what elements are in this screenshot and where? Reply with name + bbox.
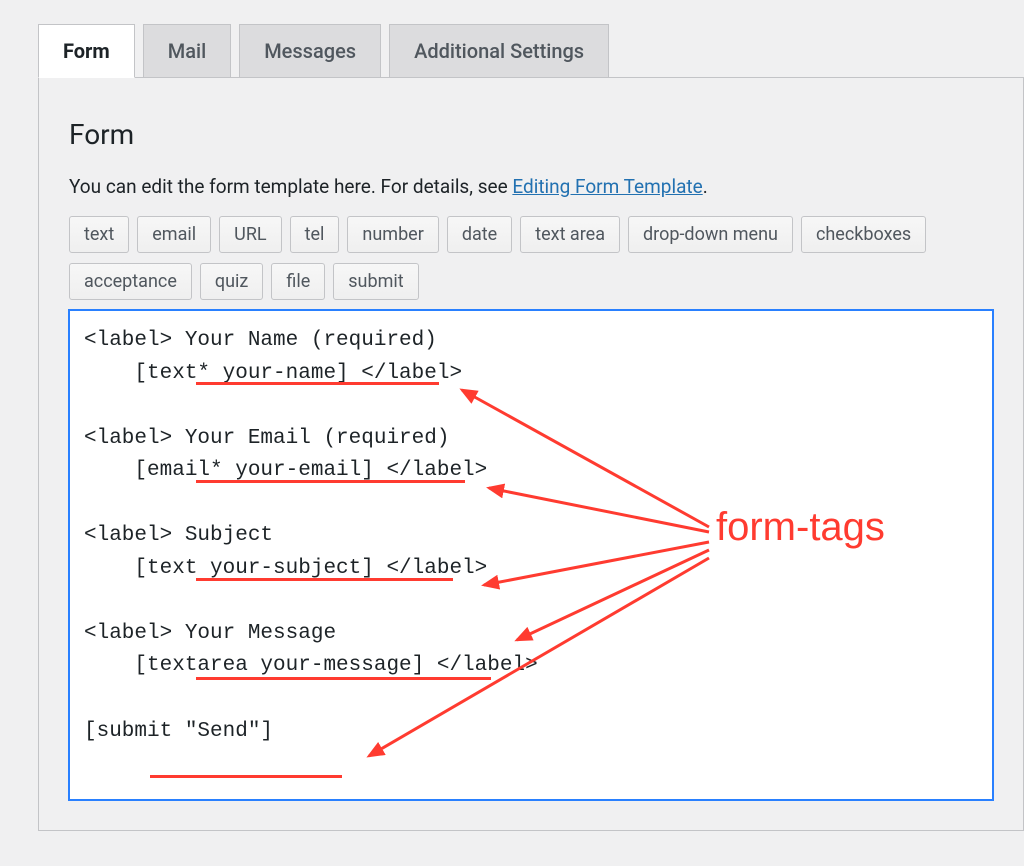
tab-mail[interactable]: Mail (143, 24, 231, 78)
tag-btn-tel[interactable]: tel (290, 216, 340, 253)
panel-description: You can edit the form template here. For… (69, 175, 993, 198)
tag-btn-checkboxes[interactable]: checkboxes (801, 216, 926, 253)
editing-form-template-link[interactable]: Editing Form Template (512, 175, 702, 198)
form-template-editor[interactable]: <label> Your Name (required) [text* your… (69, 310, 993, 800)
tag-btn-quiz[interactable]: quiz (200, 263, 263, 300)
panel-desc-text: You can edit the form template here. For… (69, 175, 512, 198)
form-panel: Form You can edit the form template here… (38, 77, 1024, 831)
panel-desc-suffix: . (703, 175, 708, 198)
tag-btn-number[interactable]: number (347, 216, 438, 253)
tag-buttons-row-1: text email URL tel number date text area… (69, 216, 993, 253)
tag-buttons-row-2: acceptance quiz file submit (69, 263, 993, 300)
tag-btn-acceptance[interactable]: acceptance (69, 263, 192, 300)
tab-additional-settings[interactable]: Additional Settings (389, 24, 609, 78)
tab-form[interactable]: Form (38, 24, 135, 78)
tag-btn-email[interactable]: email (137, 216, 211, 253)
tag-btn-url[interactable]: URL (219, 216, 281, 253)
tag-btn-dropdown[interactable]: drop-down menu (628, 216, 793, 253)
tag-btn-date[interactable]: date (447, 216, 512, 253)
tab-messages[interactable]: Messages (239, 24, 381, 78)
tag-btn-text[interactable]: text (69, 216, 129, 253)
tag-btn-file[interactable]: file (271, 263, 325, 300)
panel-title: Form (69, 118, 993, 151)
tag-btn-submit[interactable]: submit (333, 263, 418, 300)
editor-wrap: <label> Your Name (required) [text* your… (69, 310, 993, 800)
tab-bar: Form Mail Messages Additional Settings (38, 24, 1024, 78)
tag-btn-textarea[interactable]: text area (520, 216, 620, 253)
